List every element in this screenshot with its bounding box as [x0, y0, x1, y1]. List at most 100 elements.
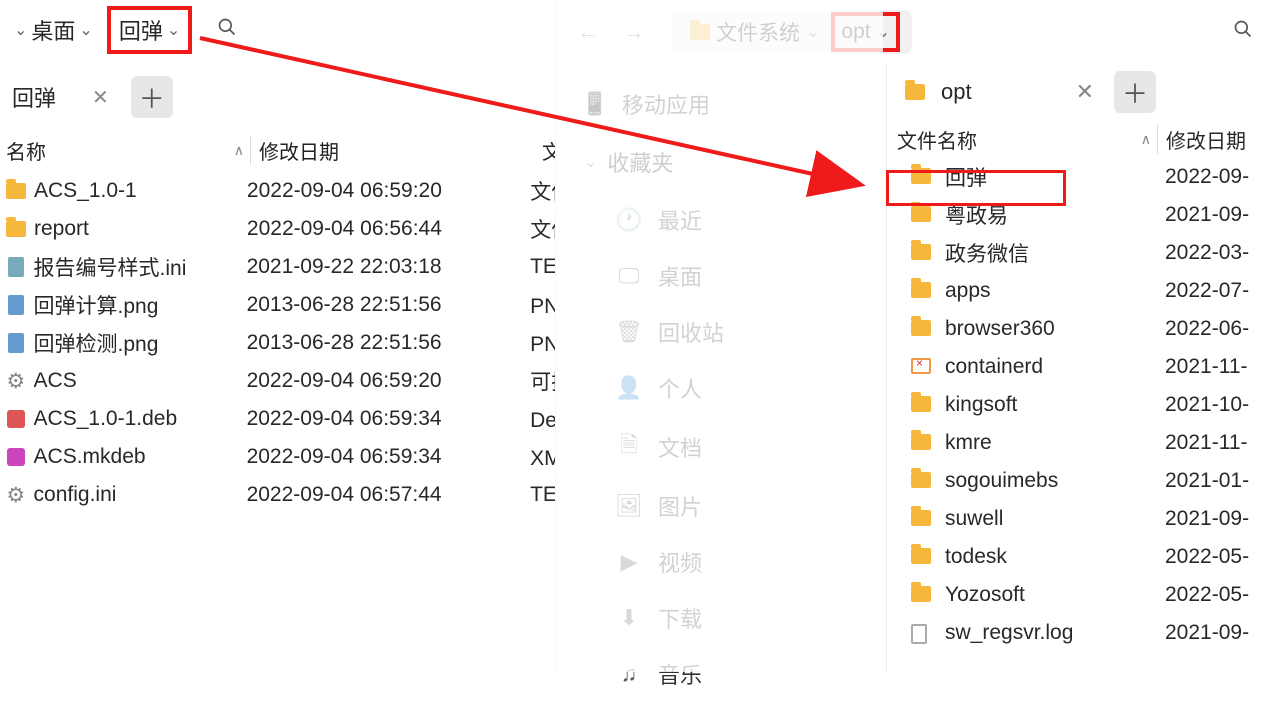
column-name[interactable]: 文件名称 ∧: [893, 125, 1157, 154]
right-file-list: 回弹 2022-09- 粤政易 2021-09- 政务微信 2022-03- a…: [887, 158, 1272, 652]
file-name: ACS_1.0-1: [34, 179, 245, 203]
search-icon: [1233, 19, 1253, 45]
file-date: 2022-05-: [1157, 583, 1269, 607]
plus-icon: ＋: [139, 79, 165, 116]
gear-icon: ⚙: [6, 483, 25, 508]
ini-file-icon: [8, 257, 24, 277]
mkdeb-file-icon: [7, 448, 25, 466]
file-row[interactable]: kmre 2021-11-: [887, 424, 1272, 462]
file-date: 2022-09-04 06:57:44: [245, 483, 523, 507]
sort-asc-icon: ∧: [1141, 131, 1151, 148]
file-date: 2022-05-: [1157, 545, 1269, 569]
log-file-icon: [911, 624, 927, 644]
file-date: 2022-09-04 06:56:44: [245, 217, 522, 241]
breadcrumb-desktop[interactable]: ⌄ 桌面 ⌄: [6, 10, 101, 50]
file-date: 2022-09-04 06:59:34: [245, 445, 523, 469]
folder-icon: [911, 434, 931, 450]
file-date: 2022-06-: [1157, 317, 1269, 341]
file-date: 2013-06-28 22:51:56: [245, 331, 523, 355]
folder-icon: [911, 548, 931, 564]
tab-close-button[interactable]: ✕: [1076, 79, 1094, 105]
file-name: Yozosoft: [945, 583, 1157, 607]
file-date: 2021-01-: [1157, 469, 1269, 493]
file-date: 2013-06-28 22:51:56: [245, 293, 523, 317]
file-name: report: [34, 217, 245, 241]
tab-label: 回弹: [12, 81, 56, 113]
file-name: todesk: [945, 545, 1157, 569]
file-date: 2021-09-22 22:03:18: [245, 255, 523, 279]
file-date: 2021-10-: [1157, 393, 1269, 417]
folder-icon: [6, 221, 26, 237]
file-date: 2022-09-: [1157, 165, 1269, 189]
right-tabstrip: opt ✕ ＋: [887, 64, 1272, 120]
file-name: kingsoft: [945, 393, 1157, 417]
file-date: 2022-09-04 06:59:20: [245, 179, 522, 203]
breadcrumb-label: 桌面: [31, 14, 75, 46]
image-file-icon: [8, 333, 24, 353]
tab-opt[interactable]: opt ✕: [895, 73, 1110, 111]
overlay: [555, 0, 883, 672]
file-date: 2022-03-: [1157, 241, 1269, 265]
file-name: ACS.mkdeb: [34, 445, 245, 469]
search-button[interactable]: [1225, 14, 1261, 50]
column-date[interactable]: 修改日期: [1157, 125, 1269, 154]
column-name[interactable]: 名称 ∧: [6, 136, 250, 165]
search-icon: [217, 17, 237, 43]
file-name: 报告编号样式.ini: [34, 252, 245, 282]
file-name: sw_regsvr.log: [945, 621, 1157, 645]
folder-icon: [911, 510, 931, 526]
file-name: suwell: [945, 507, 1157, 531]
image-file-icon: [8, 295, 24, 315]
folder-icon: [911, 586, 931, 602]
file-row[interactable]: browser360 2022-06-: [887, 310, 1272, 348]
file-row[interactable]: sw_regsvr.log 2021-09-: [887, 614, 1272, 652]
right-column-headers: 文件名称 ∧ 修改日期: [887, 120, 1272, 158]
file-row[interactable]: kingsoft 2021-10-: [887, 386, 1272, 424]
file-date: 2021-09-: [1157, 621, 1269, 645]
file-date: 2022-09-04 06:59:20: [245, 369, 523, 393]
breadcrumb-huitan[interactable]: 回弹 ⌄: [107, 6, 192, 54]
tab-huitan[interactable]: 回弹 ✕: [0, 75, 127, 119]
chevron-down-icon: ⌄: [79, 20, 92, 40]
file-row[interactable]: todesk 2022-05-: [887, 538, 1272, 576]
folder-icon: [911, 472, 931, 488]
file-date: 2021-09-: [1157, 507, 1269, 531]
new-tab-button[interactable]: ＋: [131, 76, 173, 118]
column-date[interactable]: 修改日期: [250, 136, 534, 165]
file-name: ACS: [34, 369, 245, 393]
file-row[interactable]: 政务微信 2022-03-: [887, 234, 1272, 272]
file-name: browser360: [945, 317, 1157, 341]
folder-icon: [911, 244, 931, 260]
file-row[interactable]: apps 2022-07-: [887, 272, 1272, 310]
file-row[interactable]: Yozosoft 2022-05-: [887, 576, 1272, 614]
folder-icon: [911, 396, 931, 412]
file-row[interactable]: suwell 2021-09-: [887, 500, 1272, 538]
folder-icon: [911, 282, 931, 298]
chevron-down-icon: ⌄: [167, 20, 180, 40]
chevron-down-icon: ⌄: [14, 20, 27, 40]
search-button[interactable]: [212, 15, 242, 45]
breadcrumb-label: 回弹: [119, 14, 163, 46]
new-tab-button[interactable]: ＋: [1114, 71, 1156, 113]
file-date: 2021-11-: [1157, 355, 1269, 379]
file-name: 政务微信: [945, 238, 1157, 268]
right-main: opt ✕ ＋ 文件名称 ∧ 修改日期 回弹 2022-09- 粤政易 2021…: [886, 64, 1272, 672]
file-name: kmre: [945, 431, 1157, 455]
folder-icon: [911, 206, 931, 222]
file-name: apps: [945, 279, 1157, 303]
file-date: 2022-09-04 06:59:34: [245, 407, 523, 431]
file-date: 2022-07-: [1157, 279, 1269, 303]
tab-close-button[interactable]: ✕: [92, 85, 109, 110]
restricted-folder-icon: [911, 358, 931, 374]
deb-package-icon: [7, 410, 25, 428]
folder-icon: [6, 183, 26, 199]
file-row[interactable]: containerd 2021-11-: [887, 348, 1272, 386]
file-name: sogouimebs: [945, 469, 1157, 493]
gear-icon: ⚙: [6, 369, 25, 394]
file-name: 回弹检测.png: [34, 328, 245, 358]
file-name: containerd: [945, 355, 1157, 379]
file-row[interactable]: sogouimebs 2021-01-: [887, 462, 1272, 500]
tab-label: opt: [941, 79, 972, 105]
file-name: 回弹计算.png: [34, 290, 245, 320]
sort-asc-icon: ∧: [234, 142, 244, 159]
